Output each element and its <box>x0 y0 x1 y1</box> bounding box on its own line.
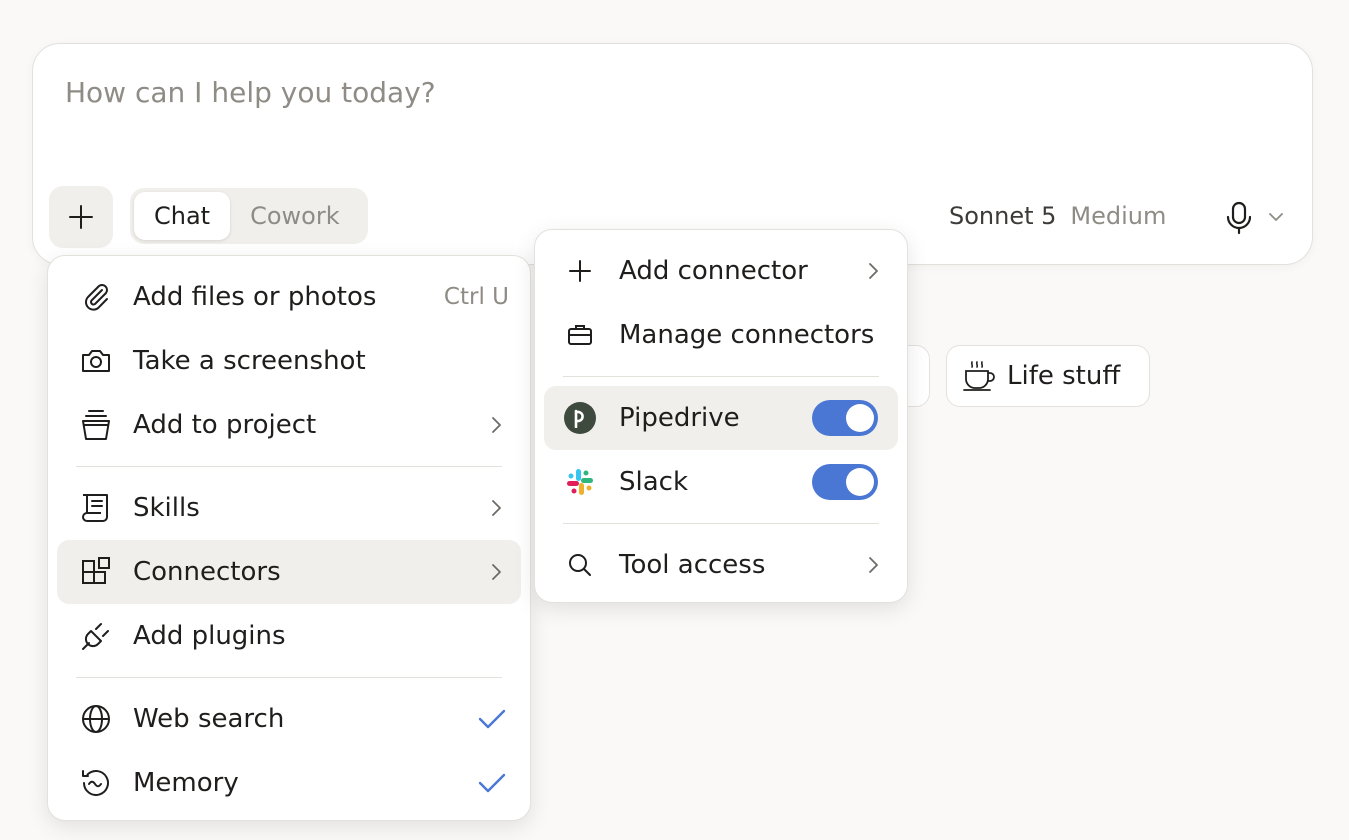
menu-item-label: Pipedrive <box>619 403 740 433</box>
menu-item-label: Tool access <box>619 550 766 580</box>
add-content-menu: Add files or photos Ctrl U Take a screen… <box>47 255 531 821</box>
globe-icon <box>79 702 113 736</box>
scroll-icon <box>79 491 113 525</box>
chevron-down-icon <box>1269 213 1283 221</box>
keyboard-shortcut: Ctrl U <box>443 284 509 310</box>
checkmark-icon <box>475 766 509 800</box>
menu-divider <box>76 466 502 467</box>
plug-icon <box>79 619 113 653</box>
mode-tab-cowork[interactable]: Cowork <box>230 192 360 240</box>
menu-divider <box>563 523 879 524</box>
menu-item-label: Connectors <box>133 557 281 587</box>
menu-item-label: Add plugins <box>133 621 286 651</box>
menu-item-label: Add files or photos <box>133 282 377 312</box>
search-icon <box>564 549 596 581</box>
microphone-icon <box>1226 201 1252 235</box>
add-content-button[interactable] <box>49 186 113 248</box>
mode-toggle: Chat Cowork <box>130 188 368 244</box>
menu-divider <box>76 677 502 678</box>
paperclip-icon <box>79 280 113 314</box>
prompt-input[interactable] <box>65 76 1265 109</box>
menu-item-manage-connectors[interactable]: Manage connectors <box>544 303 898 367</box>
menu-item-label: Memory <box>133 768 239 798</box>
pipedrive-toggle[interactable] <box>812 400 878 436</box>
slack-logo-icon <box>564 466 596 498</box>
menu-item-label: Take a screenshot <box>133 346 366 376</box>
menu-item-tool-access[interactable]: Tool access <box>544 533 898 597</box>
menu-item-label: Add to project <box>133 410 317 440</box>
chevron-right-icon <box>864 556 882 574</box>
pipedrive-logo-icon <box>564 402 596 434</box>
menu-item-add-plugins[interactable]: Add plugins <box>57 604 521 668</box>
voice-options-button[interactable] <box>1265 206 1287 228</box>
mode-tab-chat[interactable]: Chat <box>134 192 231 240</box>
menu-item-add-files[interactable]: Add files or photos Ctrl U <box>57 265 521 329</box>
connector-pipedrive[interactable]: Pipedrive <box>544 386 898 450</box>
chevron-right-icon <box>487 416 505 434</box>
menu-item-memory[interactable]: Memory <box>57 751 521 815</box>
connector-slack[interactable]: Slack <box>544 450 898 514</box>
toggle-knob <box>846 468 874 496</box>
memory-icon <box>79 766 113 800</box>
plus-icon <box>564 255 596 287</box>
page: Chat Cowork Sonnet 5 Medium <box>0 0 1349 840</box>
camera-icon <box>79 344 113 378</box>
project-icon <box>79 408 113 442</box>
menu-item-connectors[interactable]: Connectors <box>57 540 521 604</box>
chip-label: Life stuff <box>1007 361 1121 391</box>
plus-icon <box>69 205 93 229</box>
slack-toggle[interactable] <box>812 464 878 500</box>
chevron-right-icon <box>487 499 505 517</box>
menu-item-label: Skills <box>133 493 200 523</box>
coffee-cup-icon <box>963 361 995 391</box>
menu-item-take-screenshot[interactable]: Take a screenshot <box>57 329 521 393</box>
chevron-right-icon <box>487 563 505 581</box>
menu-item-add-connector[interactable]: Add connector <box>544 239 898 303</box>
menu-item-web-search[interactable]: Web search <box>57 687 521 751</box>
menu-item-label: Manage connectors <box>619 320 875 350</box>
model-selector[interactable]: Sonnet 5 Medium <box>949 202 1166 230</box>
menu-item-add-to-project[interactable]: Add to project <box>57 393 521 457</box>
model-name: Sonnet 5 <box>949 202 1057 230</box>
checkmark-icon <box>475 702 509 736</box>
menu-item-skills[interactable]: Skills <box>57 476 521 540</box>
microphone-button[interactable] <box>1219 196 1259 240</box>
blocks-icon <box>79 555 113 589</box>
connectors-submenu: Add connector Manage connectors Pipedriv… <box>534 229 908 603</box>
suggestion-chip-life-stuff[interactable]: Life stuff <box>946 345 1150 407</box>
toggle-knob <box>846 404 874 432</box>
menu-item-label: Slack <box>619 467 689 497</box>
menu-item-label: Web search <box>133 704 285 734</box>
chevron-right-icon <box>864 262 882 280</box>
model-effort: Medium <box>1070 202 1167 230</box>
menu-item-label: Add connector <box>619 256 808 286</box>
briefcase-icon <box>564 319 596 351</box>
menu-divider <box>563 376 879 377</box>
